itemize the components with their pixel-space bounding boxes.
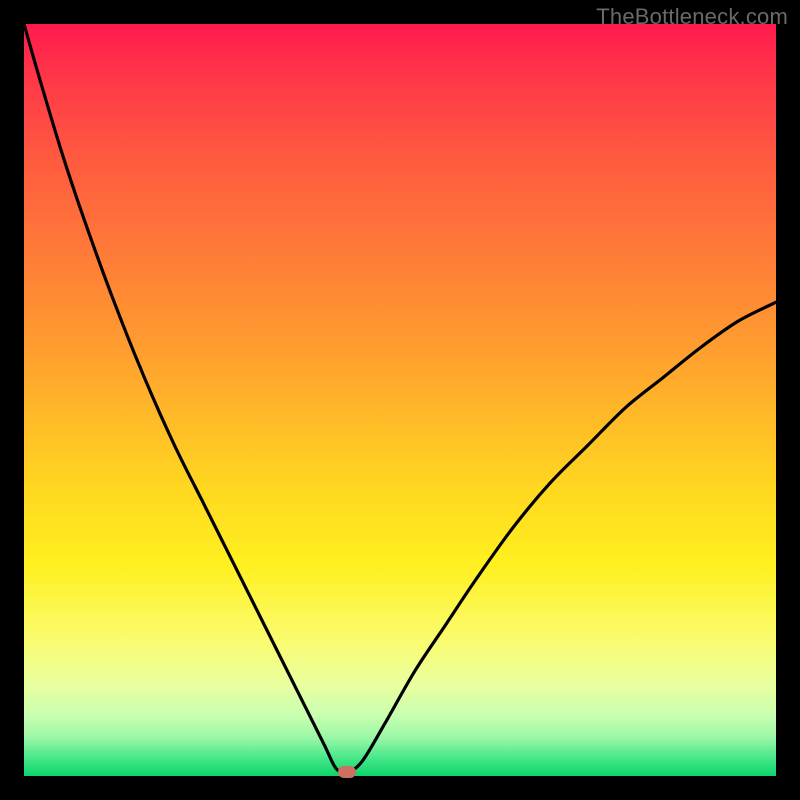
- chart-frame: TheBottleneck.com: [0, 0, 800, 800]
- bottleneck-curve: [24, 24, 776, 776]
- plot-area: [24, 24, 776, 776]
- optimum-marker: [338, 766, 356, 778]
